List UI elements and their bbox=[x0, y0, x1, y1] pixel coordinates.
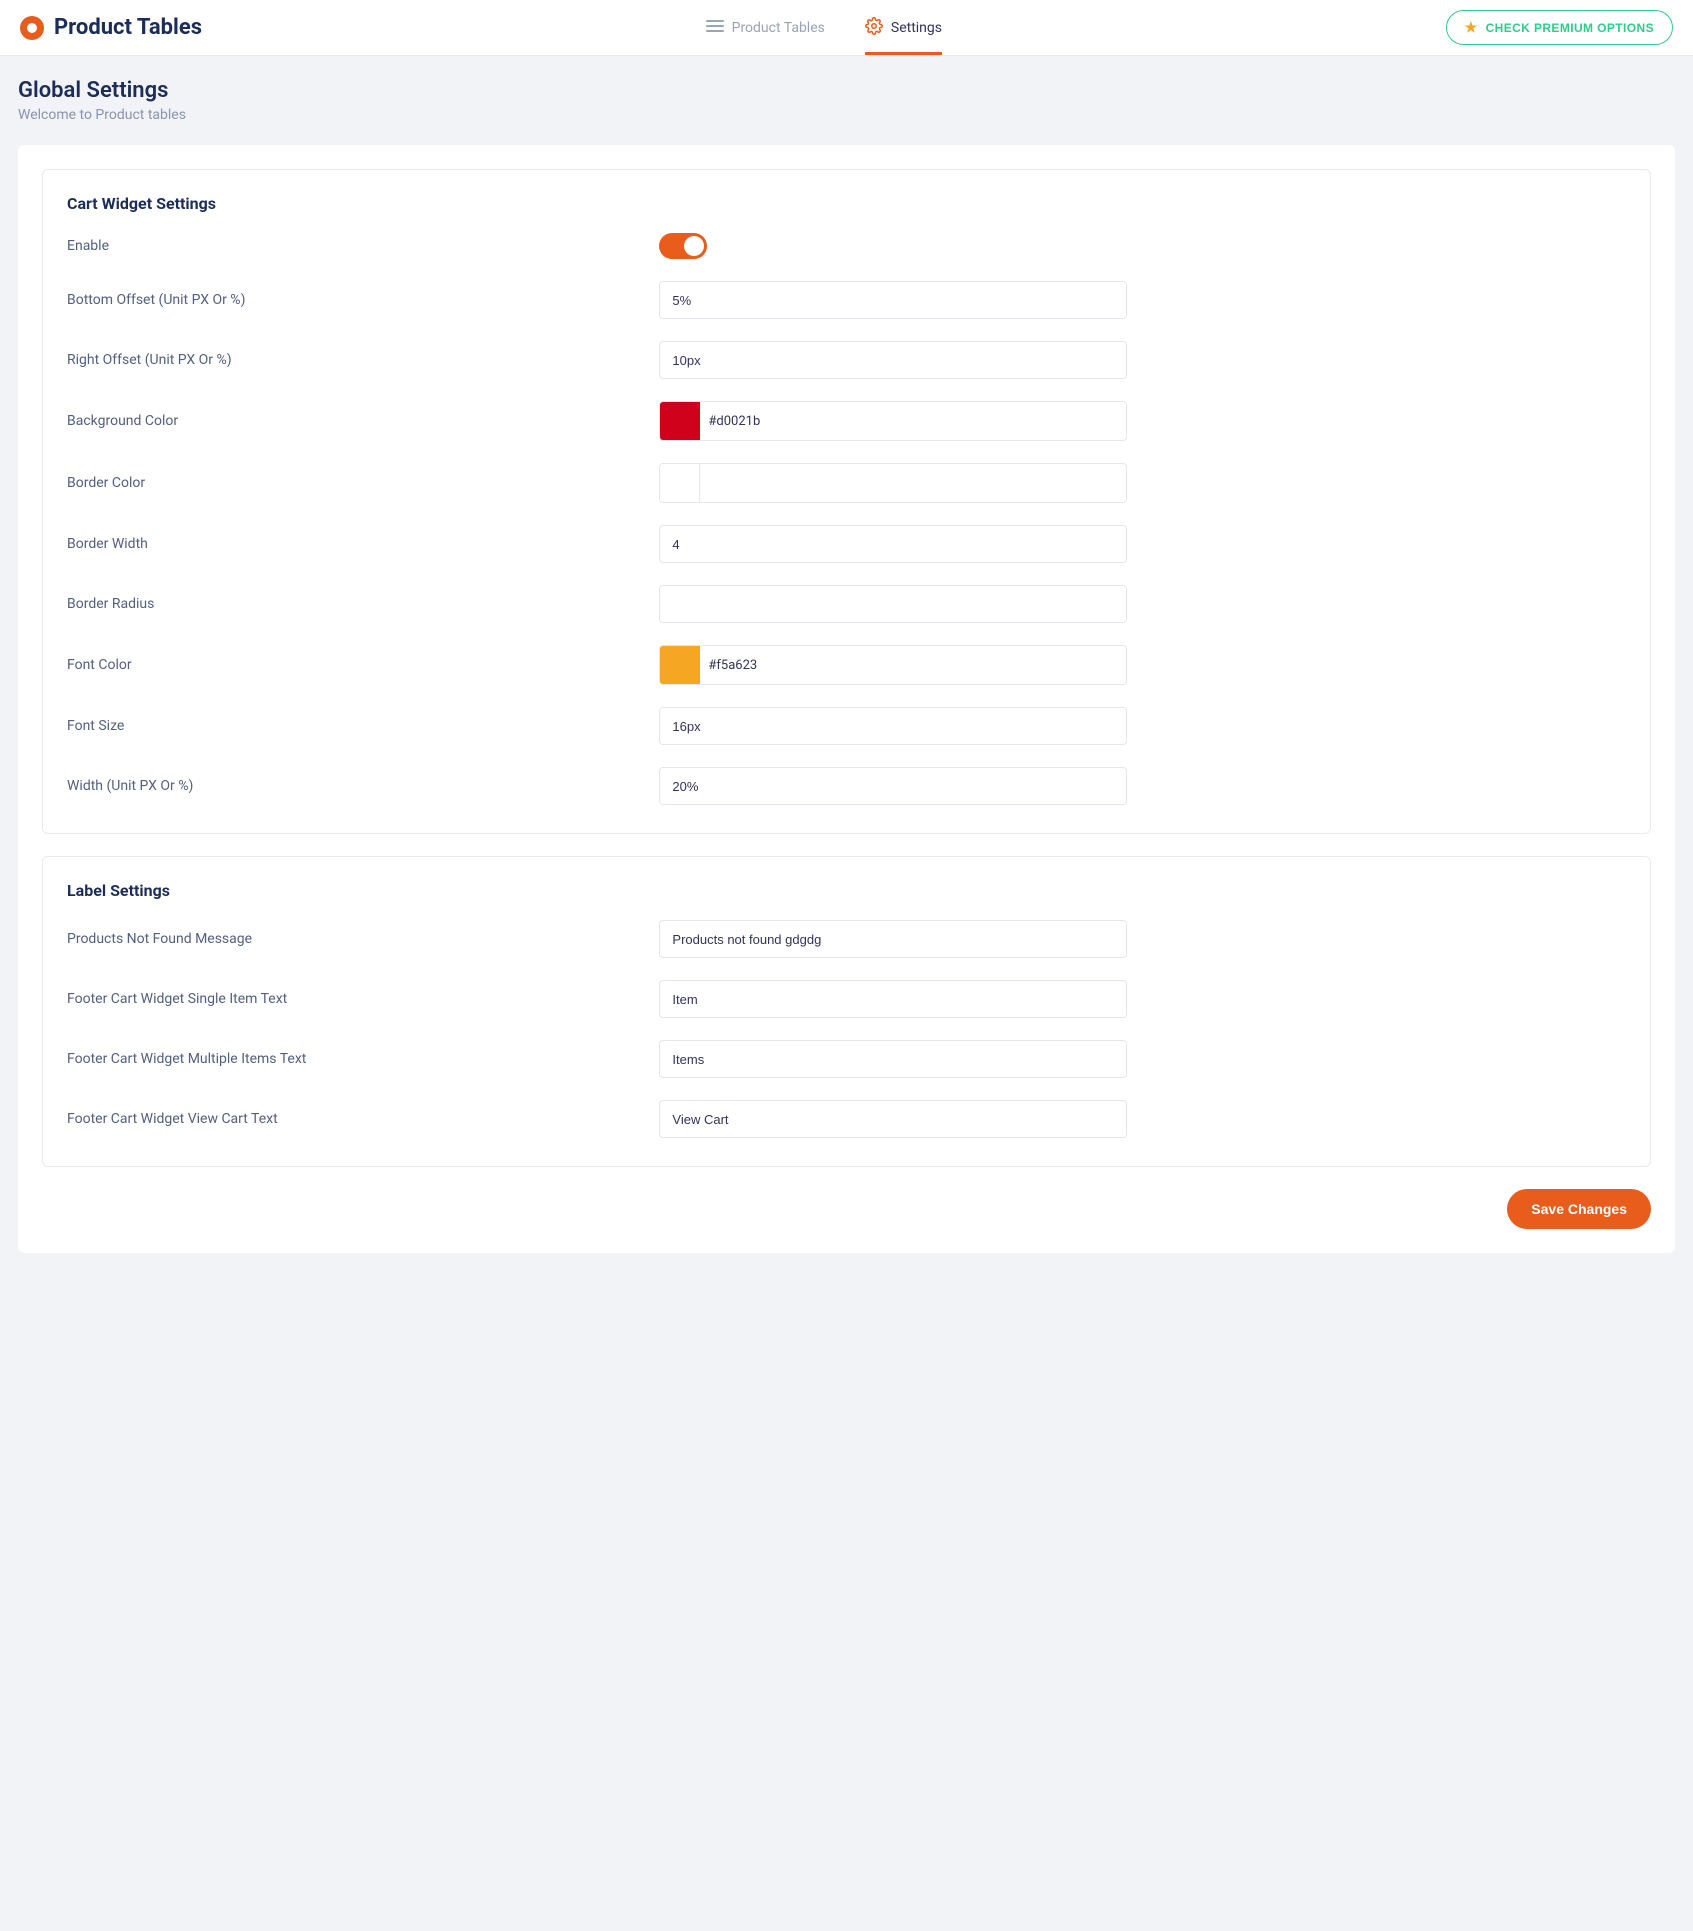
font-color-label: Font Color bbox=[67, 657, 659, 673]
view-cart-label: Footer Cart Widget View Cart Text bbox=[67, 1111, 659, 1127]
tab-product-tables[interactable]: Product Tables bbox=[706, 0, 825, 55]
cart-widget-panel-title: Cart Widget Settings bbox=[67, 194, 1626, 213]
form-actions: Save Changes bbox=[42, 1189, 1651, 1229]
font-color-value: #f5a623 bbox=[700, 658, 757, 673]
border-color-label: Border Color bbox=[67, 475, 659, 491]
right-offset-input[interactable] bbox=[659, 341, 1127, 379]
border-width-label: Border Width bbox=[67, 536, 659, 552]
width-input[interactable] bbox=[659, 767, 1127, 805]
right-offset-label: Right Offset (Unit PX Or %) bbox=[67, 352, 659, 368]
page-title: Global Settings bbox=[18, 78, 1675, 103]
background-color-input[interactable]: #d0021b bbox=[659, 401, 1127, 441]
settings-card: Cart Widget Settings Enable Bottom Offse… bbox=[18, 145, 1675, 1253]
bottom-offset-label: Bottom Offset (Unit PX Or %) bbox=[67, 292, 659, 308]
font-color-swatch[interactable] bbox=[660, 646, 700, 684]
border-width-input[interactable] bbox=[659, 525, 1127, 563]
brand-icon bbox=[20, 16, 44, 40]
font-size-input[interactable] bbox=[659, 707, 1127, 745]
tab-label: Product Tables bbox=[732, 20, 825, 36]
label-settings-panel-title: Label Settings bbox=[67, 881, 1626, 900]
font-size-label: Font Size bbox=[67, 718, 659, 734]
background-color-value: #d0021b bbox=[700, 414, 760, 429]
width-label: Width (Unit PX Or %) bbox=[67, 778, 659, 794]
save-button[interactable]: Save Changes bbox=[1507, 1189, 1651, 1229]
page-subtitle: Welcome to Product tables bbox=[18, 107, 1675, 123]
cart-widget-panel: Cart Widget Settings Enable Bottom Offse… bbox=[42, 169, 1651, 834]
enable-toggle[interactable] bbox=[659, 233, 707, 259]
background-color-label: Background Color bbox=[67, 413, 659, 429]
border-color-swatch[interactable] bbox=[660, 464, 700, 502]
enable-label: Enable bbox=[67, 238, 659, 254]
star-icon: ★ bbox=[1465, 19, 1478, 36]
font-color-input[interactable]: #f5a623 bbox=[659, 645, 1127, 685]
multi-item-input[interactable] bbox=[659, 1040, 1127, 1078]
border-color-input[interactable] bbox=[659, 463, 1127, 503]
border-radius-label: Border Radius bbox=[67, 596, 659, 612]
premium-label: CHECK PREMIUM OPTIONS bbox=[1486, 21, 1654, 35]
tab-label: Settings bbox=[891, 20, 942, 36]
background-color-swatch[interactable] bbox=[660, 402, 700, 440]
header-tabs: Product Tables Settings bbox=[706, 0, 942, 55]
multi-item-label: Footer Cart Widget Multiple Items Text bbox=[67, 1051, 659, 1067]
bottom-offset-input[interactable] bbox=[659, 281, 1127, 319]
gear-icon bbox=[865, 17, 883, 39]
table-icon bbox=[706, 19, 724, 37]
brand: Product Tables bbox=[20, 15, 202, 40]
page-content: Global Settings Welcome to Product table… bbox=[0, 56, 1693, 1281]
view-cart-input[interactable] bbox=[659, 1100, 1127, 1138]
check-premium-button[interactable]: ★ CHECK PREMIUM OPTIONS bbox=[1446, 10, 1673, 45]
single-item-input[interactable] bbox=[659, 980, 1127, 1018]
not-found-input[interactable] bbox=[659, 920, 1127, 958]
brand-title: Product Tables bbox=[54, 15, 202, 40]
label-settings-panel: Label Settings Products Not Found Messag… bbox=[42, 856, 1651, 1167]
single-item-label: Footer Cart Widget Single Item Text bbox=[67, 991, 659, 1007]
not-found-label: Products Not Found Message bbox=[67, 931, 659, 947]
border-radius-input[interactable] bbox=[659, 585, 1127, 623]
top-bar: Product Tables Product Tables Settings bbox=[0, 0, 1693, 56]
tab-settings[interactable]: Settings bbox=[865, 0, 942, 55]
